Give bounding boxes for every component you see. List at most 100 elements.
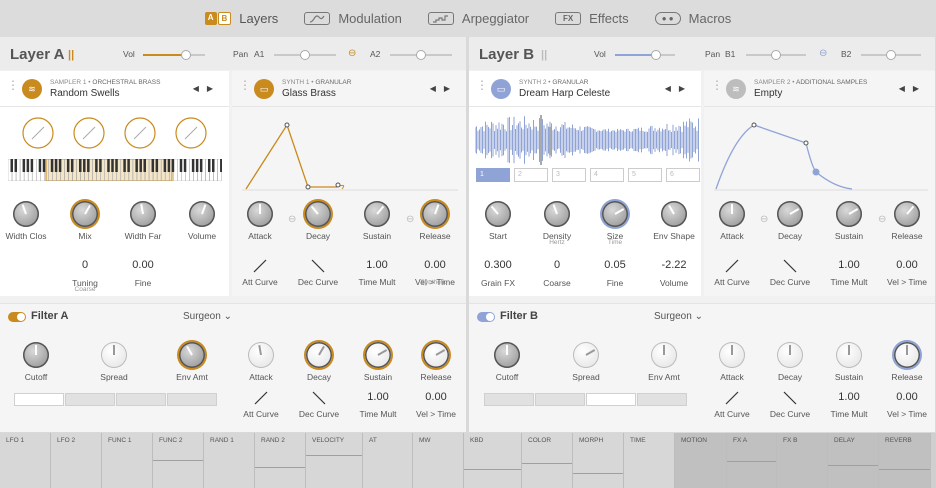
grain-slot-1[interactable]: 1	[476, 168, 510, 182]
value-display[interactable]: 0.300	[468, 259, 528, 271]
curve-icon[interactable]	[725, 391, 739, 405]
knob[interactable]	[894, 342, 920, 368]
preset-name[interactable]: Dream Harp Celeste	[519, 88, 610, 99]
mod-source-time[interactable]: TIME	[624, 433, 675, 488]
knob[interactable]	[836, 342, 862, 368]
mod-source-fx-a[interactable]: FX A	[727, 433, 777, 488]
mod-source-rand-2[interactable]: RAND 2	[255, 433, 306, 488]
mod-source-color[interactable]: COLOR	[522, 433, 573, 488]
mod-source-lfo-1[interactable]: LFO 1	[0, 433, 51, 488]
knob[interactable]	[101, 342, 127, 368]
tab-layers[interactable]: AB Layers	[204, 11, 278, 26]
fine-value[interactable]: 0.00	[113, 259, 173, 271]
filter-b-toggle[interactable]	[477, 312, 495, 322]
curve-icon[interactable]	[783, 259, 797, 273]
link-icon[interactable]: ⊖	[348, 48, 356, 59]
mod-source-func-1[interactable]: FUNC 1	[102, 433, 153, 488]
value-display[interactable]: 0.00	[406, 391, 466, 403]
preset-nav-arrows[interactable]: ◀▶	[665, 84, 693, 93]
tab-modulation[interactable]: Modulation	[304, 11, 402, 26]
filter-mode-bandpass[interactable]	[586, 393, 636, 406]
knob[interactable]	[72, 201, 98, 227]
grain-slot-6[interactable]: 6	[666, 168, 700, 182]
knob[interactable]	[365, 342, 391, 368]
pan-b2-slider[interactable]	[861, 50, 921, 60]
filter-mode-notch[interactable]	[65, 393, 115, 406]
value-display[interactable]: 0.00	[877, 391, 936, 403]
vol-handle[interactable]	[181, 50, 191, 60]
knob[interactable]	[651, 342, 677, 368]
mod-source-mw[interactable]: MW	[413, 433, 464, 488]
tab-macros[interactable]: ● ● Macros	[654, 11, 731, 26]
knob[interactable]	[13, 201, 39, 227]
knob[interactable]	[494, 342, 520, 368]
knob[interactable]	[836, 201, 862, 227]
knob[interactable]	[422, 201, 448, 227]
grain-slot-4[interactable]: 4	[590, 168, 624, 182]
density-unit[interactable]: Hertz	[527, 239, 587, 246]
knob[interactable]	[573, 342, 599, 368]
filter-mode-lowpass[interactable]	[14, 393, 64, 406]
filter-mode-bandpass[interactable]	[116, 393, 166, 406]
mod-source-delay[interactable]: DELAY	[828, 433, 879, 488]
knob[interactable]	[485, 201, 511, 227]
preset-nav-arrows[interactable]: ◀▶	[430, 84, 458, 93]
curve-icon[interactable]	[311, 259, 325, 273]
knob[interactable]	[719, 201, 745, 227]
preset-name[interactable]: Random Swells	[50, 88, 119, 99]
knob[interactable]	[179, 342, 205, 368]
vol-handle[interactable]	[651, 50, 661, 60]
filter-mode-selector[interactable]	[14, 393, 217, 406]
preset-name[interactable]: Glass Brass	[282, 88, 336, 99]
layer-b-vol-slider[interactable]	[615, 50, 675, 60]
release-mode[interactable]: Synthetic	[404, 279, 464, 286]
drag-handle-icon[interactable]: ⋮	[476, 79, 488, 95]
link-icon[interactable]: ⊖	[406, 214, 414, 225]
knob[interactable]	[894, 201, 920, 227]
knob[interactable]	[248, 342, 274, 368]
pan-a2-handle[interactable]	[416, 50, 426, 60]
filter-type-dropdown[interactable]: Surgeon ⌄	[654, 311, 703, 322]
value-display[interactable]: 1.00	[819, 259, 879, 271]
value-display[interactable]: 1.00	[347, 259, 407, 271]
filter-a-toggle[interactable]	[8, 312, 26, 322]
mod-source-lfo-2[interactable]: LFO 2	[51, 433, 102, 488]
drag-handle-icon[interactable]: ⋮	[239, 79, 251, 95]
curve-icon[interactable]	[783, 391, 797, 405]
knob[interactable]	[777, 201, 803, 227]
envelope-graph[interactable]	[242, 117, 458, 191]
layer-b-pause-icon[interactable]: ||	[541, 49, 547, 61]
pan-a2-slider[interactable]	[390, 50, 452, 60]
mod-source-motion[interactable]: MOTION	[675, 433, 727, 488]
filter-mode-highpass[interactable]	[167, 393, 217, 406]
pan-b1-handle[interactable]	[771, 50, 781, 60]
pan-a1-slider[interactable]	[274, 50, 336, 60]
mod-source-fx-b[interactable]: FX B	[777, 433, 828, 488]
value-display[interactable]: 0.00	[405, 259, 465, 271]
knob[interactable]	[305, 201, 331, 227]
tuning-value[interactable]: 0	[55, 259, 115, 271]
drag-handle-icon[interactable]: ⋮	[711, 79, 723, 95]
mod-source-func-2[interactable]: FUNC 2	[153, 433, 204, 488]
mod-source-kbd[interactable]: KBD	[464, 433, 522, 488]
knob[interactable]	[544, 201, 570, 227]
knob[interactable]	[189, 201, 215, 227]
link-icon[interactable]: ⊖	[288, 214, 296, 225]
mod-source-rand-1[interactable]: RAND 1	[204, 433, 255, 488]
knob[interactable]	[719, 342, 745, 368]
mod-source-velocity[interactable]: VELOCITY	[306, 433, 363, 488]
envelope-graph[interactable]	[714, 117, 928, 191]
tuning-sub-label[interactable]: Coarse	[55, 286, 115, 293]
knob[interactable]	[247, 201, 273, 227]
grain-slot-5[interactable]: 5	[628, 168, 662, 182]
curve-icon[interactable]	[725, 259, 739, 273]
waveform-display[interactable]	[475, 115, 699, 165]
curve-icon[interactable]	[312, 391, 326, 405]
curve-icon[interactable]	[254, 391, 268, 405]
knob[interactable]	[423, 342, 449, 368]
curve-icon[interactable]	[253, 259, 267, 273]
value-display[interactable]: -2.22	[644, 259, 704, 271]
grain-slot-3[interactable]: 3	[552, 168, 586, 182]
filter-mode-lowpass[interactable]	[484, 393, 534, 406]
value-display[interactable]: 1.00	[348, 391, 408, 403]
